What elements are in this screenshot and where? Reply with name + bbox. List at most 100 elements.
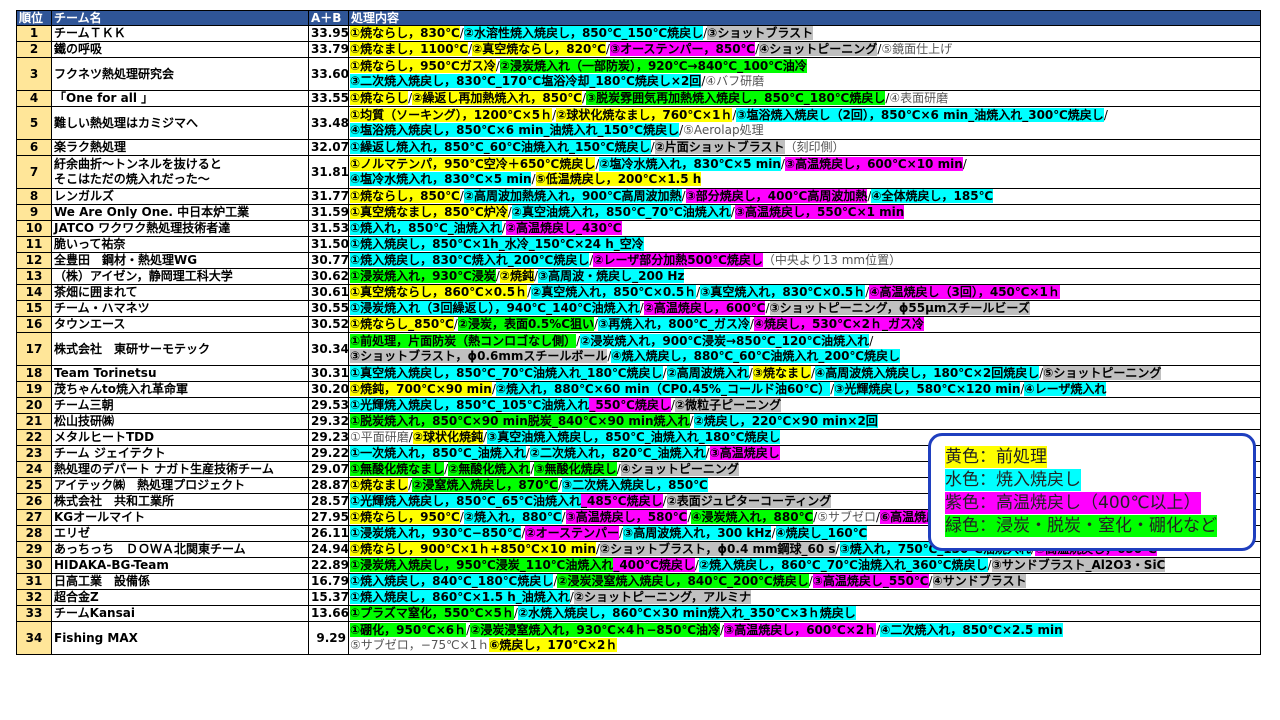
process-step: _400℃焼戻し — [613, 558, 695, 572]
process-step: ①繰返し焼入れ，850℃_60℃油焼入れ_150℃焼戻し — [350, 140, 651, 154]
score-cell: 31.59 — [308, 204, 349, 221]
process-step: ②水溶性焼入焼戻し，850℃_150℃焼戻し — [463, 26, 704, 40]
table-row: 2 鐵の呼吸 33.79 ①焼なまし，1100℃/②真空焼ならし，820℃/③オーステ… — [16, 41, 1261, 58]
rank-cell: 22 — [16, 429, 52, 446]
team-name-line: そこはただの焼入れだった～ — [54, 172, 210, 186]
team-cell: アイテック㈱ 熱処理プロジェクト — [51, 477, 309, 494]
process-step: ②オーステンパー — [525, 526, 619, 540]
rank-cell: 1 — [16, 25, 52, 42]
rank-cell: 24 — [16, 461, 52, 478]
process-line: ①焼入焼戻し，860℃×1.5 h_油焼入れ/②ショットピーニング，アルミナ — [350, 590, 1258, 605]
score-cell: 29.32 — [308, 413, 349, 430]
rank-cell: 15 — [16, 300, 52, 317]
process-cell: ①焼入焼戻し，850℃×1h_水冷_150℃×24 h_空冷 — [348, 236, 1261, 253]
team-cell: チームＴＫＫ — [51, 25, 309, 42]
score-cell: 30.55 — [308, 300, 349, 317]
process-step: ①前処理，片面防炭（熱コンロゴなし側） — [350, 334, 577, 348]
process-step: ②真空焼ならし，820℃ — [472, 42, 606, 56]
process-step: ①プラズマ窒化，550℃×5ｈ — [350, 606, 514, 620]
rank-cell: 3 — [16, 57, 52, 91]
process-line: ①焼ならし_850℃/②浸炭，表面0.5%C狙い/③再焼入れ，800℃_ガス冷/… — [350, 317, 1258, 332]
rank-cell: 13 — [16, 268, 52, 285]
rank-cell: 31 — [16, 573, 52, 590]
rank-cell: 16 — [16, 316, 52, 333]
score-cell: 30.52 — [308, 316, 349, 333]
process-line: ①焼なまし，1100℃/②真空焼ならし，820℃/③オーステンパー，850℃/④… — [350, 42, 1258, 57]
process-step: ②焼入れ，880℃ — [463, 510, 562, 524]
process-cell: ①真空焼入焼戻し，850℃_70℃油焼入れ_180℃焼戻し/②高周波焼入れ/③焼… — [348, 365, 1261, 382]
process-step: ②高温焼戻し，600℃ — [643, 301, 766, 315]
legend-item: 紫色：高温焼戻し（400℃以上） — [945, 492, 1201, 514]
rank-cell: 17 — [16, 332, 52, 366]
process-line: ①真空焼入焼戻し，850℃_70℃油焼入れ_180℃焼戻し/②高周波焼入れ/③焼… — [350, 366, 1258, 381]
table-row: 3 フクネツ熱処理研究会 33.60 ①焼ならし，950℃ガス冷/②浸炭焼入れ（一部防… — [16, 57, 1261, 91]
process-step: ②焼入れ，880℃×60 min（CP0.45%_コールド油60℃） — [495, 382, 831, 396]
process-step: ④二次焼入れ，850℃×2.5 min — [880, 623, 1063, 637]
process-line: ①焼ならし/②繰返し再加熱焼入れ，850℃/③脱炭雰囲気再加熱焼入焼戻し，850… — [350, 91, 1258, 106]
process-step: ①一次焼入れ，850℃_油焼入れ — [350, 446, 526, 460]
table-row: 20 チーム三朝 29.53 ①光輝焼入焼戻し，850℃_105℃油焼入れ_550℃焼… — [16, 397, 1261, 414]
table-row: 21 松山技研㈱ 29.32 ①脱炭焼入れ，850℃×90 min脱炭_840℃×90… — [16, 413, 1261, 430]
step-separator: / — [962, 157, 967, 171]
rank-cell: 18 — [16, 365, 52, 382]
step-separator: / — [835, 542, 840, 557]
process-cell: ①焼ならし，950℃ガス冷/②浸炭焼入れ（一部防炭），920℃→840℃_100… — [348, 57, 1261, 91]
team-cell: 難しい熱処理はカミジマへ — [51, 106, 309, 140]
rank-cell: 23 — [16, 445, 52, 462]
team-cell: チームKansai — [51, 605, 309, 622]
process-step: ②二次焼入れ，820℃_油焼入れ — [529, 446, 706, 460]
team-cell: 日高工業 設備係 — [51, 573, 309, 590]
table-row: 17 株式会社 東研サーモテック 30.34 ①前処理，片面防炭（熱コンロゴなし側） /… — [16, 332, 1261, 366]
process-step: ③オーステンパー，850℃ — [609, 42, 756, 56]
process-step: ③高周波・焼戻し_200 Hz — [538, 269, 685, 283]
process-step: ①焼ならし，830℃ — [350, 26, 460, 40]
process-step: ①焼なまし — [350, 478, 409, 492]
process-step: ②高周波焼入れ — [666, 366, 749, 380]
process-step: ②レーザ部分加熱500℃焼戻し — [593, 253, 763, 267]
process-cell: ①真空焼ならし，860℃×0.5ｈ/②真空焼入れ，850℃×0.5ｈ/③真空焼入… — [348, 284, 1261, 301]
rank-cell: 29 — [16, 541, 52, 558]
process-line: ③ショットブラスト，ϕ0.6mmスチールボール/④焼入焼戻し，880℃_60℃油… — [350, 349, 1258, 364]
rank-cell: 32 — [16, 589, 52, 606]
table-row: 19 茂ちゃんto焼入れ革命軍 30.20 ①焼鈍，700℃×90 min/②焼入れ，… — [16, 381, 1261, 398]
table-row: 32 超合金Z 15.37 ①焼入焼戻し，860℃×1.5 h_油焼入れ/②ショットピ… — [16, 589, 1261, 606]
process-line: ①真空焼なまし，850℃炉冷/②真空油焼入れ，850℃_70℃油焼入れ/③高温焼… — [350, 205, 1258, 220]
process-step: ④焼入焼戻し，880℃_60℃油焼入れ_200℃焼戻し — [611, 349, 900, 363]
process-line: ①真空焼ならし，860℃×0.5ｈ/②真空焼入れ，850℃×0.5ｈ/③真空焼入… — [350, 285, 1258, 300]
table-row: 30 HIDAKA-BG-Team 22.89 ①浸炭焼入焼戻し，950℃浸炭_110… — [16, 557, 1261, 574]
team-cell: チーム・ハマネツ — [51, 300, 309, 317]
score-cell: 24.94 — [308, 541, 349, 558]
process-cell: ①繰返し焼入れ，850℃_60℃油焼入れ_150℃焼戻し/②片面ショットブラスト… — [348, 139, 1261, 156]
process-step: ②浸炭浸窒焼入焼戻し，840℃_200℃焼戻し — [557, 574, 809, 588]
process-line: ④塩浴焼入焼戻し，850℃×6 min_油焼入れ_150℃焼戻し/⑤Aerola… — [350, 123, 1258, 138]
process-step: ④ショットピーニング — [620, 462, 739, 476]
process-cell: ①焼ならし，830℃/②水溶性焼入焼戻し，850℃_150℃焼戻し/③ショットブ… — [348, 25, 1261, 42]
process-step: ③ショットピーニング，ϕ55μmスチールビーズ — [769, 301, 1030, 315]
process-step: ①光輝焼入焼戻し，850℃_105℃油焼入れ — [350, 398, 590, 412]
rank-cell: 5 — [16, 106, 52, 140]
process-step: ③再焼入れ，800℃_ガス冷 — [598, 317, 750, 331]
process-line: ①ノルマテンパ，950℃空冷＋650℃焼戻し / ②塩冷水焼入れ，830℃×5 mi… — [350, 157, 1258, 172]
score-cell: 33.48 — [308, 106, 349, 140]
team-cell: （株）アイゼン，静岡理工科大学 — [51, 268, 309, 285]
process-cell: ①浸炭焼入れ（3回繰返し），940℃_140℃油焼入れ/②高温焼戻し，600℃/… — [348, 300, 1261, 317]
team-cell: レンガルズ — [51, 188, 309, 205]
process-step: ④塩冷水焼入れ，830℃×5 min — [350, 172, 532, 186]
rank-cell: 7 — [16, 155, 52, 189]
process-step: ⑤Aerolap処理 — [683, 123, 764, 137]
score-cell: 29.53 — [308, 397, 349, 414]
table-row: 33 チームKansai 13.66 ①プラズマ窒化，550℃×5ｈ/②水焼入焼戻し，… — [16, 605, 1261, 622]
header-rank: 順位 — [16, 10, 52, 26]
score-cell: 13.66 — [308, 605, 349, 622]
process-step: ②浸炭焼入れ（一部防炭），920℃→840℃_100℃油冷 — [499, 59, 807, 73]
score-cell: 29.23 — [308, 429, 349, 446]
process-step: ①硼化，950℃×6ｈ — [350, 623, 467, 637]
process-step: ④高周波焼入焼戻し，180℃×2回焼戻し — [815, 366, 1040, 380]
process-step: ②焼鈍 — [499, 269, 534, 283]
process-step: ④高温焼戻し（3回），450℃×1ｈ — [869, 285, 1060, 299]
step-separator: / — [689, 414, 694, 429]
process-line: ④塩冷水焼入れ，830℃×5 min/⑤低温焼戻し，200℃×1.5 h — [350, 172, 1258, 187]
table-row: 7 紆余曲折～トンネルを抜けると そこはただの焼入れだった～ 31.81 ①ノルマテンパ… — [16, 155, 1261, 189]
table-row: 8 レンガルズ 31.77 ①焼ならし，850℃ /②高周波加熱焼入れ，900℃高周波加… — [16, 188, 1261, 205]
team-cell: フクネツ熱処理研究会 — [51, 57, 309, 91]
